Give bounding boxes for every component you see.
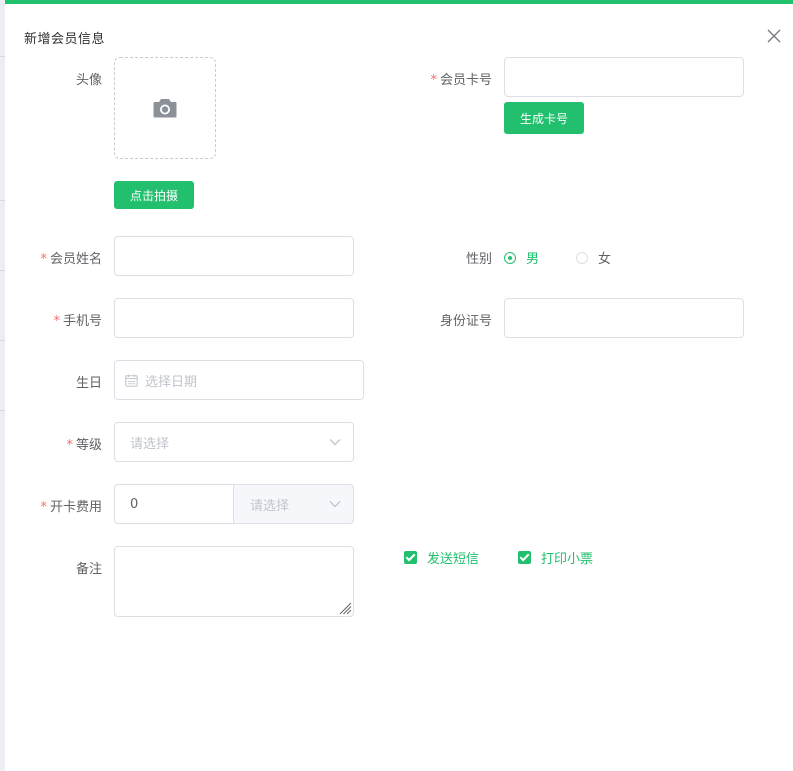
chevron-down-icon [329, 439, 341, 446]
avatar-label: 头像 [75, 73, 102, 88]
phone-label: * 手机号 [53, 314, 102, 329]
dialog-title: 新增会员信息 [24, 32, 106, 47]
level-label: * 等级 [66, 438, 102, 453]
fee-label: * 开卡费用 [40, 500, 102, 515]
phone-input[interactable] [114, 298, 354, 338]
close-button[interactable] [765, 27, 783, 45]
id-card-input[interactable] [504, 298, 744, 338]
radio-unchecked-icon [576, 251, 588, 264]
resize-handle-icon[interactable] [338, 601, 352, 615]
fee-input[interactable]: 0 [114, 484, 234, 524]
remark-label: 备注 [75, 562, 102, 577]
checkbox-checked-icon [518, 551, 531, 564]
fee-unit-select[interactable]: 请选择 [233, 484, 354, 524]
avatar-upload[interactable] [114, 57, 216, 159]
remark-textarea[interactable] [114, 546, 354, 617]
gender-option-female[interactable]: 女 [576, 248, 611, 267]
id-card-label: 身份证号 [439, 314, 492, 329]
chevron-down-icon [329, 501, 341, 508]
close-icon [767, 29, 781, 43]
dialog-accent-bar [5, 0, 793, 4]
gender-option-male[interactable]: 男 [504, 248, 539, 267]
gender-label: 性别 [465, 252, 492, 267]
member-name-label: * 会员姓名 [40, 252, 102, 267]
add-member-dialog: 新增会员信息 头像 点击拍摄 * 会员卡号 生成卡号 * 会员姓名 性别 男 女… [5, 0, 793, 771]
card-number-input[interactable] [504, 57, 744, 97]
fee-unit-placeholder: 请选择 [250, 498, 290, 514]
send-sms-checkbox[interactable]: 发送短信 [404, 548, 479, 567]
camera-icon [153, 99, 177, 118]
fee-value: 0 [130, 496, 139, 512]
birthday-date-picker[interactable]: 选择日期 [114, 360, 364, 400]
birthday-placeholder: 选择日期 [145, 374, 198, 390]
generate-card-number-button[interactable]: 生成卡号 [504, 102, 584, 134]
level-placeholder: 请选择 [130, 436, 170, 452]
page: 新增会员信息 头像 点击拍摄 * 会员卡号 生成卡号 * 会员姓名 性别 男 女… [0, 0, 793, 771]
radio-checked-icon [504, 251, 516, 264]
card-number-label: * 会员卡号 [430, 73, 492, 88]
print-receipt-checkbox[interactable]: 打印小票 [518, 548, 593, 567]
capture-photo-button[interactable]: 点击拍摄 [114, 181, 194, 209]
birthday-label: 生日 [75, 376, 102, 391]
calendar-icon [125, 374, 138, 387]
checkbox-checked-icon [404, 551, 417, 564]
level-select[interactable]: 请选择 [114, 422, 354, 462]
member-name-input[interactable] [114, 236, 354, 276]
